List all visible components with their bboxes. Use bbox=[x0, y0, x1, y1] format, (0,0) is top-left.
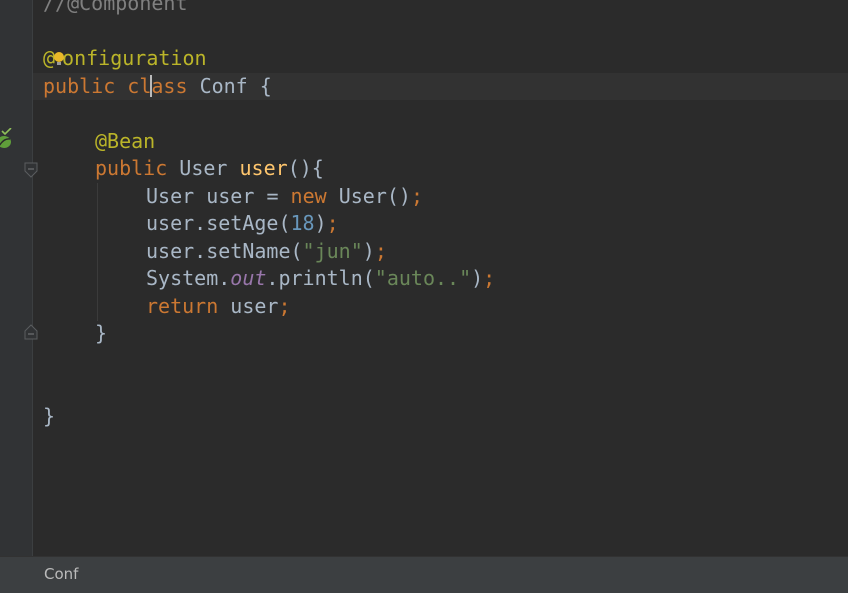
method-call: user.setAge( bbox=[146, 211, 291, 235]
fold-end-icon[interactable] bbox=[24, 324, 38, 340]
constructor-call: User() bbox=[338, 184, 411, 208]
code-line-5[interactable]: public User user(){ bbox=[43, 155, 848, 182]
static-field: out bbox=[230, 266, 267, 290]
system-class: System. bbox=[146, 266, 231, 290]
keyword-class-part: cl bbox=[127, 74, 152, 98]
brace: } bbox=[95, 321, 108, 345]
semicolon: ; bbox=[483, 266, 496, 290]
class-name: Conf bbox=[199, 74, 248, 98]
code-line-2[interactable]: @ onfiguration bbox=[43, 45, 848, 72]
method-call: user.setName( bbox=[146, 239, 303, 263]
code-line-3[interactable]: public class Conf { bbox=[33, 73, 848, 100]
return-type: User bbox=[179, 156, 228, 180]
keyword-class-part: ass bbox=[151, 74, 188, 98]
fold-start-icon[interactable] bbox=[24, 162, 38, 178]
editor-gutter[interactable] bbox=[0, 0, 38, 556]
code-area[interactable]: //@Component @ onfiguration public class … bbox=[33, 0, 848, 556]
operator: = bbox=[266, 184, 279, 208]
paren-close: ) bbox=[471, 266, 484, 290]
semicolon: ; bbox=[278, 294, 291, 318]
var-name: user bbox=[206, 184, 255, 208]
string-literal: "auto.." bbox=[374, 266, 472, 290]
code-line-11[interactable]: } bbox=[43, 320, 848, 347]
code-line-12[interactable]: } bbox=[43, 403, 848, 430]
brace: } bbox=[43, 404, 56, 428]
annotation-name: onfiguration bbox=[62, 46, 207, 70]
semicolon: ; bbox=[410, 184, 423, 208]
breadcrumb-item[interactable]: Conf bbox=[44, 565, 78, 583]
semicolon: ; bbox=[326, 211, 339, 235]
bean-annotation: @Bean bbox=[95, 129, 156, 153]
keyword-new: new bbox=[290, 184, 327, 208]
comment-text: //@Component bbox=[43, 0, 188, 15]
keyword-public: public bbox=[95, 156, 168, 180]
code-line-6[interactable]: User user = new User(); bbox=[43, 183, 848, 210]
method-parens: (){ bbox=[287, 156, 324, 180]
code-line-8[interactable]: user.setName("jun"); bbox=[43, 238, 848, 265]
brace: { bbox=[259, 74, 272, 98]
string-literal: "jun" bbox=[302, 239, 363, 263]
spring-bean-icon[interactable] bbox=[0, 128, 14, 150]
code-line-1[interactable]: //@Component bbox=[43, 0, 848, 17]
paren-close: ) bbox=[314, 211, 327, 235]
paren-close: ) bbox=[362, 239, 375, 263]
code-line-10[interactable]: return user; bbox=[43, 293, 848, 320]
keyword-public: public bbox=[43, 74, 116, 98]
code-editor[interactable]: //@Component @ onfiguration public class … bbox=[0, 0, 848, 556]
var-name: user bbox=[230, 294, 279, 318]
keyword-return: return bbox=[146, 294, 219, 318]
code-line-7[interactable]: user.setAge(18); bbox=[43, 210, 848, 237]
breadcrumb-bar: Conf bbox=[0, 556, 848, 593]
method-name: user bbox=[239, 156, 288, 180]
code-line-4[interactable]: @Bean bbox=[43, 128, 848, 155]
code-line-9[interactable]: System.out.println("auto.."); bbox=[43, 265, 848, 292]
intention-bulb-icon[interactable] bbox=[53, 47, 65, 65]
var-type: User bbox=[146, 184, 195, 208]
semicolon: ; bbox=[374, 239, 387, 263]
number-literal: 18 bbox=[290, 211, 315, 235]
method-call: .println( bbox=[266, 266, 375, 290]
